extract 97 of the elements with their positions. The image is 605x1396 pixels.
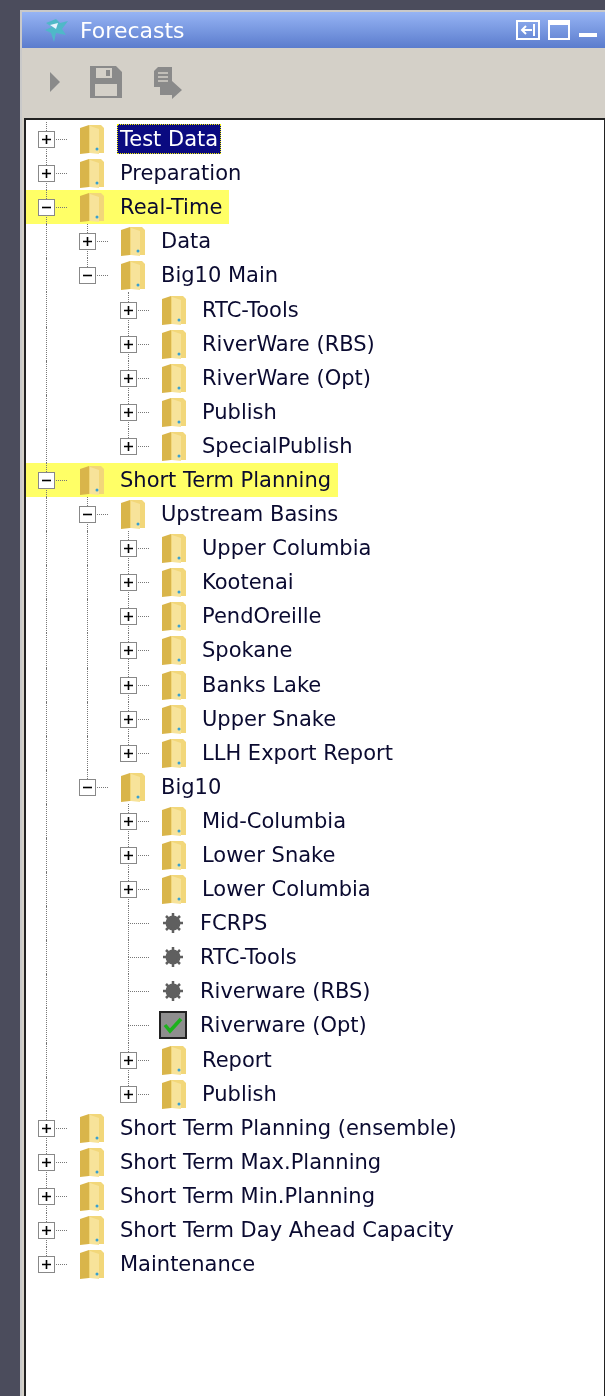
- tree-item[interactable]: Big10: [158, 771, 225, 802]
- tree-item[interactable]: RiverWare (Opt): [199, 362, 374, 393]
- expand-icon[interactable]: [120, 881, 137, 899]
- tree-item[interactable]: Data: [158, 226, 215, 257]
- folder-icon: [159, 293, 189, 326]
- tree-item[interactable]: Short Term Max.Planning: [117, 1146, 385, 1177]
- folder-icon: [159, 736, 189, 769]
- expand-icon[interactable]: [38, 1187, 55, 1205]
- folder-icon: [159, 702, 189, 735]
- folder-icon: [77, 191, 107, 224]
- tree-item[interactable]: Kootenai: [199, 567, 297, 598]
- tree-item[interactable]: Publish: [199, 396, 280, 427]
- folder-icon: [159, 839, 189, 871]
- folder-icon: [159, 532, 189, 565]
- expand-icon[interactable]: [38, 1153, 55, 1171]
- folder-icon: [159, 327, 189, 360]
- folder-icon: [159, 566, 189, 599]
- folder-icon: [159, 634, 189, 667]
- tree-item[interactable]: PendOreille: [199, 601, 325, 632]
- collapse-icon[interactable]: [79, 778, 96, 796]
- folder-icon: [77, 157, 107, 190]
- expand-icon[interactable]: [79, 233, 96, 251]
- expand-icon[interactable]: [120, 301, 137, 319]
- tree-item[interactable]: SpecialPublish: [199, 430, 356, 461]
- restore-icon[interactable]: [516, 20, 540, 40]
- folder-icon: [118, 225, 148, 258]
- tree-item[interactable]: Lower Snake: [199, 840, 339, 870]
- tree-item[interactable]: Upper Columbia: [199, 533, 375, 564]
- expand-icon[interactable]: [120, 335, 137, 353]
- tree-item[interactable]: Big10 Main: [158, 260, 282, 291]
- window-title: Forecasts: [80, 16, 185, 45]
- expand-icon[interactable]: [120, 1051, 137, 1069]
- expand-icon[interactable]: [120, 812, 137, 830]
- expand-icon[interactable]: [38, 165, 55, 183]
- folder-icon: [159, 429, 189, 462]
- tree-item[interactable]: LLH Export Report: [199, 737, 396, 768]
- tree-item[interactable]: Upstream Basins: [158, 499, 342, 530]
- expand-icon[interactable]: [120, 574, 137, 592]
- tree-item[interactable]: FCRPS: [197, 908, 271, 939]
- tree-item[interactable]: Spokane: [199, 635, 296, 666]
- folder-icon: [159, 395, 189, 428]
- expand-icon[interactable]: [120, 608, 137, 626]
- folder-icon: [159, 361, 189, 394]
- tree-item[interactable]: RTC-Tools: [197, 942, 300, 973]
- expand-icon[interactable]: [38, 131, 55, 149]
- tree-item[interactable]: Report: [199, 1044, 275, 1075]
- tree-item[interactable]: Short Term Day Ahead Capacity: [117, 1215, 457, 1246]
- tree-item[interactable]: Real-Time: [117, 192, 226, 223]
- expand-icon[interactable]: [120, 847, 137, 864]
- tree-item[interactable]: Short Term Min.Planning: [117, 1180, 378, 1211]
- expand-icon[interactable]: [38, 1119, 55, 1137]
- folder-icon: [118, 498, 148, 531]
- expand-icon[interactable]: [120, 642, 137, 660]
- tree-item[interactable]: Mid-Columbia: [199, 805, 349, 836]
- collapse-icon[interactable]: [79, 506, 96, 524]
- collapse-icon[interactable]: [79, 267, 96, 285]
- folder-icon: [77, 1145, 107, 1178]
- tree-item[interactable]: Preparation: [117, 158, 245, 189]
- tree-item[interactable]: Lower Columbia: [199, 874, 374, 905]
- maximize-icon[interactable]: [548, 20, 570, 40]
- tree-item[interactable]: Riverware (Opt): [197, 1010, 370, 1041]
- folder-icon: [159, 668, 189, 701]
- collapse-icon[interactable]: [38, 199, 55, 217]
- folder-icon: [159, 804, 189, 837]
- tree-item[interactable]: Test Data: [117, 124, 222, 155]
- folder-icon: [77, 123, 107, 156]
- expand-icon[interactable]: [120, 676, 137, 694]
- folder-icon: [159, 1077, 189, 1110]
- tree-item[interactable]: Publish: [199, 1078, 280, 1109]
- folder-icon: [77, 1179, 107, 1212]
- tree-item[interactable]: Short Term Planning: [117, 465, 335, 495]
- folder-icon: [159, 600, 189, 633]
- tree-item[interactable]: Banks Lake: [199, 669, 325, 700]
- folder-icon: [77, 1248, 107, 1281]
- expand-icon[interactable]: [120, 540, 137, 558]
- folder-icon: [77, 1214, 107, 1247]
- folder-icon: [159, 873, 189, 906]
- checkbox-icon[interactable]: [159, 1011, 187, 1040]
- tree-item[interactable]: Maintenance: [117, 1249, 259, 1280]
- expand-icon[interactable]: [38, 1222, 55, 1240]
- expand-icon[interactable]: [120, 437, 137, 455]
- expand-icon[interactable]: [120, 1085, 137, 1103]
- folder-icon: [118, 259, 148, 292]
- folder-icon: [77, 1111, 107, 1144]
- folder-icon: [118, 770, 148, 803]
- tree-item[interactable]: Riverware (RBS): [197, 976, 374, 1007]
- tree-item[interactable]: RiverWare (RBS): [199, 328, 378, 359]
- folder-icon: [159, 1043, 189, 1076]
- tree-item[interactable]: RTC-Tools: [199, 294, 302, 325]
- expand-icon[interactable]: [120, 744, 137, 762]
- expand-icon[interactable]: [120, 710, 137, 728]
- tree-item[interactable]: Upper Snake: [199, 703, 340, 734]
- expand-icon[interactable]: [120, 369, 137, 387]
- expand-icon[interactable]: [120, 403, 137, 421]
- folder-icon: [77, 464, 107, 496]
- expand-icon[interactable]: [38, 1256, 55, 1274]
- tree-item[interactable]: Short Term Planning (ensemble): [117, 1112, 460, 1143]
